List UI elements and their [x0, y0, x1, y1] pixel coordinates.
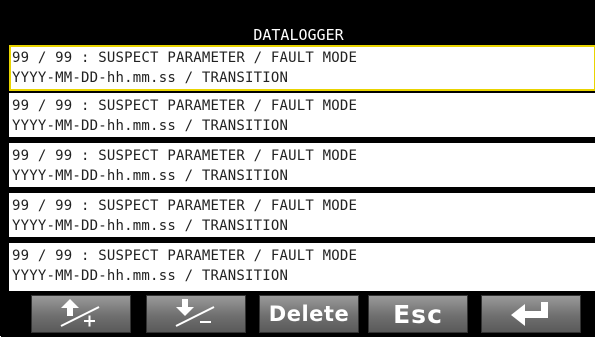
arrow-down-minus-icon: [175, 299, 215, 327]
header-bar: DATALOGGER: [1, 1, 595, 45]
delete-button-label: Delete: [268, 302, 350, 326]
entry-timestamp-line: YYYY-MM-DD-hh.mm.ss / TRANSITION: [12, 268, 289, 284]
entry-fault-line: 99 / 99 : SUSPECT PARAMETER / FAULT MODE: [12, 248, 358, 264]
entry-fault-line: 99 / 99 : SUSPECT PARAMETER / FAULT MODE: [12, 148, 358, 164]
enter-arrow-icon: [511, 302, 548, 326]
list-item[interactable]: 99 / 99 : SUSPECT PARAMETER / FAULT MODE…: [9, 143, 595, 189]
entry-fault-line: 99 / 99 : SUSPECT PARAMETER / FAULT MODE: [12, 198, 358, 214]
enter-button[interactable]: [481, 295, 581, 333]
softkey-bar: Delete Esc: [1, 291, 595, 337]
entry-timestamp-line: YYYY-MM-DD-hh.mm.ss / TRANSITION: [12, 218, 289, 234]
entry-list: 99 / 99 : SUSPECT PARAMETER / FAULT MODE…: [9, 45, 595, 291]
page-title: DATALOGGER: [253, 26, 344, 44]
list-item[interactable]: 99 / 99 : SUSPECT PARAMETER / FAULT MODE…: [9, 193, 595, 239]
list-item-selected[interactable]: 99 / 99 : SUSPECT PARAMETER / FAULT MODE…: [9, 45, 595, 91]
entry-timestamp-line: YYYY-MM-DD-hh.mm.ss / TRANSITION: [12, 118, 289, 134]
scroll-down-button[interactable]: [146, 295, 246, 333]
entry-fault-line: 99 / 99 : SUSPECT PARAMETER / FAULT MODE: [12, 50, 358, 66]
entry-timestamp-line: YYYY-MM-DD-hh.mm.ss / TRANSITION: [12, 168, 289, 184]
datalogger-screen: DATALOGGER 99 / 99 : SUSPECT PARAMETER /…: [0, 0, 595, 337]
entry-fault-line: 99 / 99 : SUSPECT PARAMETER / FAULT MODE: [12, 98, 358, 114]
delete-button[interactable]: Delete: [259, 295, 359, 333]
esc-button-label: Esc: [393, 299, 443, 329]
scroll-up-button[interactable]: [31, 295, 131, 333]
arrow-up-plus-icon: [60, 299, 100, 327]
list-item[interactable]: 99 / 99 : SUSPECT PARAMETER / FAULT MODE…: [9, 93, 595, 139]
esc-button[interactable]: Esc: [368, 295, 468, 333]
entry-timestamp-line: YYYY-MM-DD-hh.mm.ss / TRANSITION: [12, 70, 289, 86]
list-item[interactable]: 99 / 99 : SUSPECT PARAMETER / FAULT MODE…: [9, 243, 595, 291]
